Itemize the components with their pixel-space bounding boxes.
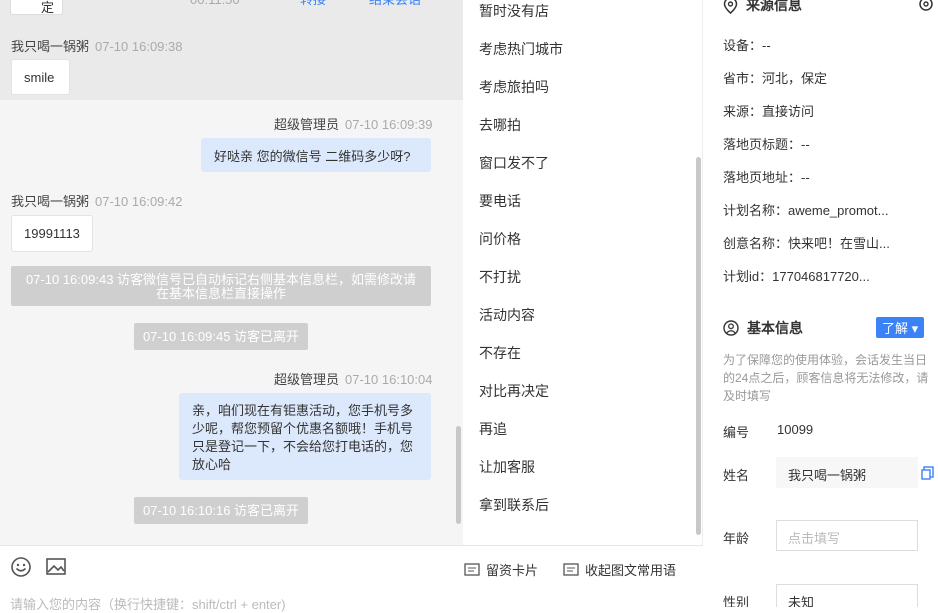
message-icon: [563, 562, 579, 576]
age-field[interactable]: 点击填写: [776, 520, 918, 551]
sender-name: 我只喝一锅粥 07-10 16:09:42: [11, 194, 183, 209]
partial-button[interactable]: 定: [10, 0, 63, 15]
gender-label: 性别: [723, 595, 750, 607]
image-icon[interactable]: [45, 556, 67, 578]
system-notice: 07-10 16:10:16 访客已离开: [134, 497, 308, 524]
message-time: 07-10 16:10:04: [345, 372, 433, 387]
chat-panel: 定 00:11:50 转接 结束会话 我只喝一锅粥07-10 16:09:38 …: [0, 0, 463, 545]
source-plan-id: 计划id：177046817720...: [723, 269, 870, 284]
learn-more-label: 了解: [882, 321, 909, 336]
sender-name: 我只喝一锅粥 07-10 16:09:38: [11, 39, 183, 54]
edit-notice: 为了保障您的使用体验，会话发生当日的24点之后，顾客信息将无法修改，请及时填写: [723, 353, 929, 403]
phrase-item[interactable]: 拿到联系后: [479, 495, 549, 515]
learn-more-button[interactable]: 了解 ▾: [876, 317, 925, 338]
partial-button-label: 定: [41, 0, 55, 15]
phrase-item[interactable]: 去哪拍: [479, 115, 521, 135]
message-bubble: 亲，咱们现在有钜惠活动，您手机号多 少呢，帮您预留个优惠名额哦！手机号 只是登记…: [179, 393, 431, 480]
sender-name: 超级管理员 07-10 16:09:39: [274, 117, 433, 132]
emoji-icon[interactable]: [10, 556, 32, 578]
user-icon: [723, 320, 739, 336]
phrase-item[interactable]: 让加客服: [479, 457, 535, 477]
visitor-info-panel: 来源信息 设备：-- 省市：河北，保定 来源：直接访问 落地页标题：-- 落地页…: [703, 0, 938, 607]
phrase-item[interactable]: 问价格: [479, 229, 521, 249]
source-creative-name: 创意名称：快来吧！在雪山...: [723, 236, 890, 251]
system-notice: 07-10 16:09:43 访客微信号已自动标记右侧基本信息栏，如需修改请 在…: [11, 266, 431, 306]
phrase-item[interactable]: 对比再决定: [479, 381, 549, 401]
phrase-item[interactable]: 活动内容: [479, 305, 535, 325]
phrase-item[interactable]: 要电话: [479, 191, 521, 211]
source-device: 设备：--: [723, 38, 771, 53]
card-icon: [464, 562, 480, 576]
age-label: 年龄: [723, 531, 750, 546]
end-session-link[interactable]: 结束会话: [369, 0, 421, 10]
source-region: 省市：河北，保定: [723, 71, 828, 86]
phrase-item[interactable]: 再追: [479, 419, 507, 439]
sender-name: 超级管理员 07-10 16:10:04: [274, 372, 433, 387]
location-pin-icon: [723, 0, 738, 14]
id-label: 编号: [723, 425, 750, 440]
system-notice: 07-10 16:09:45 访客已离开: [134, 323, 308, 350]
quick-phrases-panel: 暂时没有店 考虑热门城市 考虑旅拍吗 去哪拍 窗口发不了 要电话 问价格 不打扰…: [463, 0, 703, 545]
copy-icon[interactable]: [921, 466, 934, 480]
source-info-title: 来源信息: [746, 0, 802, 13]
name-field[interactable]: 我只喝一锅粥: [776, 457, 918, 488]
session-duration: 00:11:50: [190, 0, 240, 10]
message-time: 07-10 16:09:39: [345, 117, 433, 132]
gender-select[interactable]: 未知: [776, 584, 918, 607]
lead-card-button[interactable]: 留资卡片: [464, 560, 538, 579]
message-time: 07-10 16:09:42: [95, 194, 183, 209]
message-bubble: smile: [11, 59, 70, 95]
message-bubble: 19991113: [11, 215, 93, 252]
phrase-item[interactable]: 不存在: [479, 343, 521, 363]
message-bubble: 好哒亲 您的微信号 二维码多少呀?: [201, 138, 431, 172]
source-channel: 来源：直接访问: [723, 104, 815, 119]
source-landing-title: 落地页标题：--: [723, 137, 810, 152]
source-landing-url: 落地页地址：--: [723, 170, 810, 185]
id-value: 10099: [777, 422, 814, 437]
caret-down-icon: ▾: [911, 321, 919, 336]
settings-icon[interactable]: [918, 0, 934, 12]
source-plan-name: 计划名称：aweme_promot...: [723, 203, 889, 218]
phrase-item[interactable]: 暂时没有店: [479, 1, 549, 21]
input-toolbar: 留资卡片 收起图文常用语 请输入您的内容（换行快捷键：shift/ctrl + …: [0, 545, 703, 612]
phrases-scrollbar[interactable]: [696, 157, 701, 535]
message-input[interactable]: 请输入您的内容（换行快捷键：shift/ctrl + enter): [10, 594, 286, 613]
phrase-item[interactable]: 窗口发不了: [479, 153, 549, 173]
phrase-item[interactable]: 考虑热门城市: [479, 39, 563, 59]
basic-info-title: 基本信息: [747, 320, 803, 336]
phrase-item[interactable]: 不打扰: [479, 267, 521, 287]
basic-info-header: 基本信息: [723, 318, 803, 338]
chat-scrollbar[interactable]: [456, 426, 461, 524]
collapse-phrases-label: 收起图文常用语: [585, 563, 677, 578]
phrase-item[interactable]: 考虑旅拍吗: [479, 77, 549, 97]
collapse-phrases-button[interactable]: 收起图文常用语: [563, 560, 676, 579]
transfer-link[interactable]: 转接: [300, 0, 326, 10]
message-time: 07-10 16:09:38: [95, 39, 183, 54]
name-label: 姓名: [723, 468, 750, 483]
source-info-header: 来源信息: [723, 0, 802, 15]
lead-card-label: 留资卡片: [486, 563, 539, 578]
